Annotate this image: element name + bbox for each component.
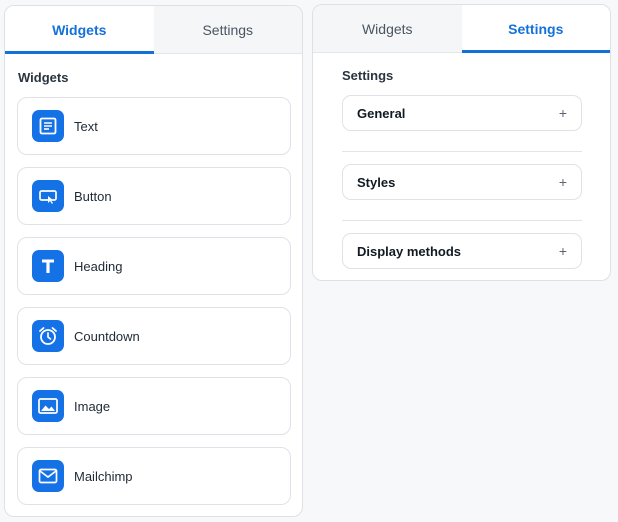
widget-label: Text (74, 118, 98, 134)
widget-label: Button (74, 188, 112, 204)
mail-icon (32, 460, 64, 492)
alarm-clock-icon (32, 320, 64, 352)
tab-widgets[interactable]: Widgets (313, 5, 462, 52)
tab-settings[interactable]: Settings (461, 5, 610, 53)
accordion-label: Display methods (357, 243, 462, 259)
section-title: Widgets (18, 70, 69, 85)
widget-item-heading[interactable]: Heading (17, 237, 291, 295)
tab-widgets[interactable]: Widgets (5, 6, 154, 54)
widget-label: Countdown (74, 328, 140, 344)
section-title: Settings (342, 68, 394, 83)
heading-icon (32, 250, 64, 282)
settings-panel: Widgets Settings Settings General + Styl… (312, 4, 611, 281)
widget-item-countdown[interactable]: Countdown (17, 307, 291, 365)
widget-label: Image (74, 398, 111, 414)
expand-icon: + (558, 174, 567, 190)
accordion-label: Styles (357, 174, 396, 190)
widget-item-mailchimp[interactable]: Mailchimp (17, 447, 291, 505)
accordion-display-methods[interactable]: Display methods + (342, 233, 582, 269)
widgets-panel: Widgets Settings Widgets Text Button Hea… (4, 5, 303, 517)
text-icon (32, 110, 64, 142)
tab-bar: Widgets Settings (313, 5, 610, 53)
widget-label: Mailchimp (74, 468, 133, 484)
accordion-general[interactable]: General + (342, 95, 582, 131)
divider (342, 151, 582, 152)
accordion-styles[interactable]: Styles + (342, 164, 582, 200)
expand-icon: + (558, 243, 567, 259)
tab-bar: Widgets Settings (5, 6, 302, 54)
widget-item-text[interactable]: Text (17, 97, 291, 155)
widget-item-image[interactable]: Image (17, 377, 291, 435)
divider (342, 220, 582, 221)
widget-label: Heading (74, 258, 123, 274)
button-icon (32, 180, 64, 212)
expand-icon: + (558, 105, 567, 121)
tab-settings[interactable]: Settings (153, 6, 302, 53)
widget-item-button[interactable]: Button (17, 167, 291, 225)
accordion-label: General (357, 105, 406, 121)
image-icon (32, 390, 64, 422)
